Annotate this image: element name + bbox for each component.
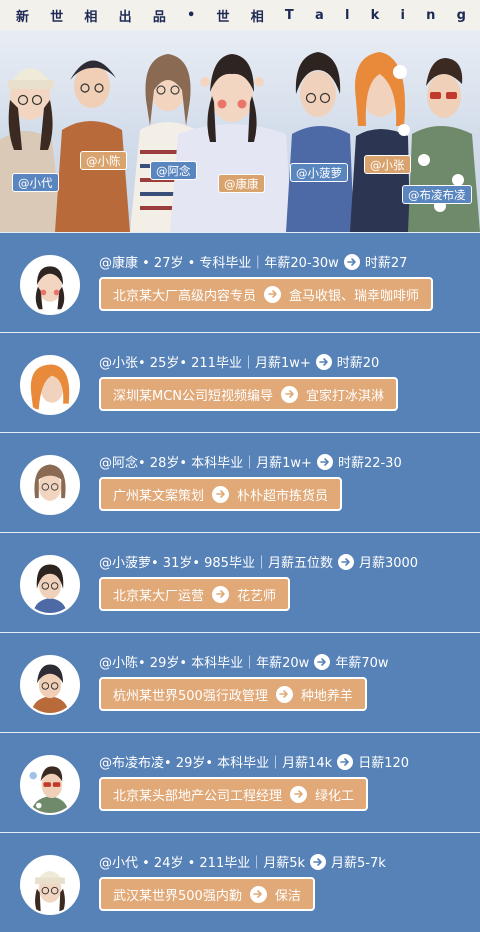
header-char: k <box>370 7 380 23</box>
name-tag-bulingbuling: @布凌布凌 <box>402 185 472 204</box>
current-pay: 时薪27 <box>364 256 408 271</box>
header-char: 相 <box>250 9 264 25</box>
profile-list: @康康 • 27岁 • 专科毕业｜年薪20-30w 时薪27 北京某大厂高级内容… <box>0 232 480 932</box>
profile-row: @阿念• 28岁• 本科毕业｜月薪1w+ 时薪22-30 广州某文案策划 朴朴超… <box>0 432 480 532</box>
current-job: 绿化工 <box>315 788 355 804</box>
profile-row: @布凌布凌• 29岁• 本科毕业｜月薪14k 日薪120 北京某头部地产公司工程… <box>0 732 480 832</box>
xiaochen-avatar <box>20 655 80 715</box>
header-char: n <box>426 7 436 23</box>
arrow-right-icon <box>337 553 354 570</box>
previous-job: 北京某头部地产公司工程经理 <box>113 788 283 804</box>
header-char: T <box>284 7 294 23</box>
profile-row: @小陈• 29岁• 本科毕业｜年薪20w 年薪70w 杭州某世界500强行政管理… <box>0 632 480 732</box>
current-job: 花艺师 <box>237 588 277 604</box>
group-illustration: @小代 @小陈 @阿念 @康康 @小菠萝 @小张 @布凌布凌 <box>0 30 480 232</box>
anian-avatar <box>20 455 80 515</box>
previous-job: 广州某文案策划 <box>113 488 205 504</box>
current-pay: 日薪120 <box>358 756 410 771</box>
arrow-right-icon <box>316 453 333 470</box>
current-job: 宜家打冰淇淋 <box>306 388 385 404</box>
profile-row: @小张• 25岁• 211毕业｜月薪1w+ 时薪20 深圳某MCN公司短视频编导… <box>0 332 480 432</box>
header-char: 品 <box>152 9 166 25</box>
arrow-right-icon <box>314 653 331 670</box>
profile-info-line: @康康 • 27岁 • 专科毕业｜年薪20-30w 时薪27 <box>99 252 407 271</box>
header-char: a <box>314 7 324 23</box>
header-char: 世 <box>50 9 64 25</box>
arrow-right-icon <box>275 685 293 703</box>
xiaozhang-avatar <box>20 355 80 415</box>
profile-info: @康康 • 27岁 • 专科毕业｜年薪20-30w <box>99 256 339 271</box>
profile-row: @小代 • 24岁 • 211毕业｜月薪5k 月薪5-7k 武汉某世界500强内… <box>0 832 480 932</box>
arrow-right-icon <box>315 353 332 370</box>
arrow-right-icon <box>343 253 360 270</box>
current-pay: 年薪70w <box>335 656 389 671</box>
arrow-right-icon <box>249 885 267 903</box>
current-job: 种地养羊 <box>300 688 353 704</box>
arrow-right-icon <box>310 853 327 870</box>
profile-info: @小张• 25岁• 211毕业｜月薪1w+ <box>99 356 311 371</box>
job-change-pill: 北京某大厂运营 花艺师 <box>99 577 291 611</box>
header-char: 相 <box>84 9 98 25</box>
header-char: i <box>400 7 405 23</box>
profile-info-line: @小张• 25岁• 211毕业｜月薪1w+ 时薪20 <box>99 352 379 371</box>
profile-info: @阿念• 28岁• 本科毕业｜月薪1w+ <box>99 456 312 471</box>
job-change-pill: 北京某大厂高级内容专员 盒马收银、瑞幸咖啡师 <box>99 277 434 311</box>
profile-info-line: @布凌布凌• 29岁• 本科毕业｜月薪14k 日薪120 <box>99 752 409 771</box>
job-change-pill: 深圳某MCN公司短视频编导 宜家打冰淇淋 <box>99 377 399 411</box>
name-tag-xiaozhang: @小张 <box>364 155 411 174</box>
xiaoboluo-avatar <box>20 555 80 615</box>
name-tag-anian: @阿念 <box>150 161 197 180</box>
arrow-right-icon <box>337 753 354 770</box>
header-char: • <box>187 7 196 23</box>
previous-job: 武汉某世界500强内勤 <box>113 888 242 904</box>
header-char: 出 <box>118 9 132 25</box>
name-tag-xiaodai: @小代 <box>12 173 59 192</box>
profile-info-line: @小代 • 24岁 • 211毕业｜月薪5k 月薪5-7k <box>99 852 386 871</box>
bulingbuling-avatar <box>20 755 80 815</box>
header-strip: 新 世 相 出 品 • 世 相 T a l k i n g <box>0 0 480 30</box>
previous-job: 深圳某MCN公司短视频编导 <box>113 388 274 404</box>
profile-info: @小菠萝• 31岁• 985毕业｜月薪五位数 <box>99 556 333 571</box>
arrow-right-icon <box>212 485 230 503</box>
job-change-pill: 武汉某世界500强内勤 保洁 <box>99 877 315 911</box>
profile-info: @布凌布凌• 29岁• 本科毕业｜月薪14k <box>99 756 333 771</box>
arrow-right-icon <box>281 385 299 403</box>
job-change-pill: 北京某头部地产公司工程经理 绿化工 <box>99 777 369 811</box>
kangkang-avatar <box>20 255 80 315</box>
previous-job: 北京某大厂运营 <box>113 588 205 604</box>
profile-info: @小陈• 29岁• 本科毕业｜年薪20w <box>99 656 310 671</box>
profile-info-line: @小陈• 29岁• 本科毕业｜年薪20w 年薪70w <box>99 652 389 671</box>
header-char: 世 <box>216 9 230 25</box>
header-char: g <box>456 7 466 23</box>
profile-row: @康康 • 27岁 • 专科毕业｜年薪20-30w 时薪27 北京某大厂高级内容… <box>0 232 480 332</box>
xiaodai-avatar <box>20 855 80 915</box>
arrow-right-icon <box>212 585 230 603</box>
profile-info-line: @阿念• 28岁• 本科毕业｜月薪1w+ 时薪22-30 <box>99 452 402 471</box>
current-pay: 时薪20 <box>336 356 380 371</box>
header-char: 新 <box>16 9 30 25</box>
previous-job: 杭州某世界500强行政管理 <box>113 688 268 704</box>
name-tag-xiaochen: @小陈 <box>80 151 127 170</box>
arrow-right-icon <box>264 285 282 303</box>
profile-row: @小菠萝• 31岁• 985毕业｜月薪五位数 月薪3000 北京某大厂运营 花艺… <box>0 532 480 632</box>
name-tag-xiaoboluo: @小菠萝 <box>290 163 348 182</box>
previous-job: 北京某大厂高级内容专员 <box>113 288 257 304</box>
current-pay: 时薪22-30 <box>337 456 402 471</box>
name-tag-kangkang: @康康 <box>218 174 265 193</box>
job-change-pill: 杭州某世界500强行政管理 种地养羊 <box>99 677 367 711</box>
current-job: 朴朴超市拣货员 <box>237 488 329 504</box>
current-pay: 月薪5-7k <box>331 856 386 871</box>
profile-info: @小代 • 24岁 • 211毕业｜月薪5k <box>99 856 306 871</box>
job-change-pill: 广州某文案策划 朴朴超市拣货员 <box>99 477 343 511</box>
arrow-right-icon <box>290 785 308 803</box>
current-job: 保洁 <box>274 888 301 904</box>
profile-info-line: @小菠萝• 31岁• 985毕业｜月薪五位数 月薪3000 <box>99 552 418 571</box>
current-job: 盒马收银、瑞幸咖啡师 <box>289 288 420 304</box>
current-pay: 月薪3000 <box>358 556 419 571</box>
header-char: l <box>344 7 350 23</box>
